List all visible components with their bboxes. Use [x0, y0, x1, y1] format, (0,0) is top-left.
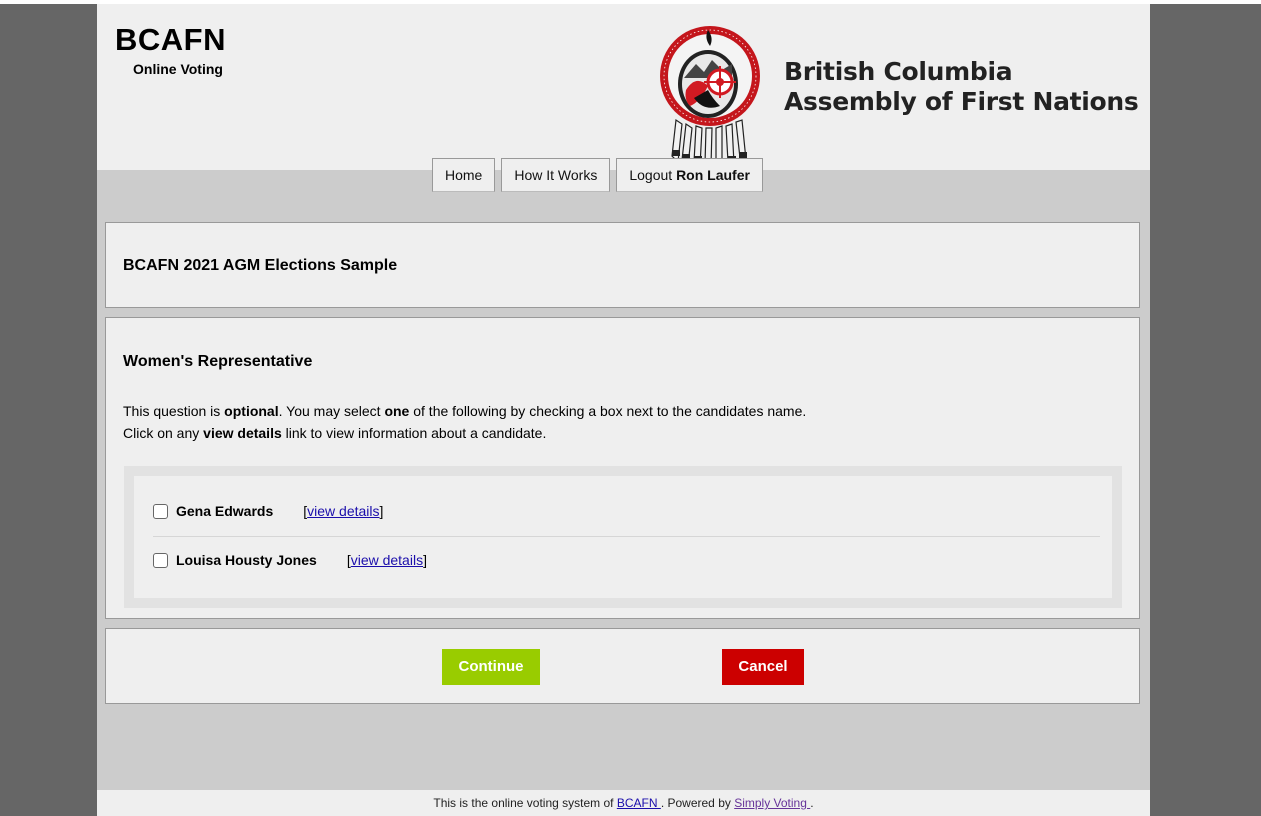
view-details-wrapper: [view details]: [303, 503, 384, 519]
instr-text: This question is: [123, 403, 225, 419]
candidate-row: Gena Edwards [view details]: [153, 503, 383, 519]
instr-optional: optional: [224, 403, 279, 419]
instruction-line-2: Click on any view details link to view i…: [123, 422, 806, 444]
page-container: BCAFN Online Voting British Columbia Ass…: [97, 4, 1150, 816]
instr-text: of the following by checking a box next …: [409, 403, 807, 419]
org-name-line1: British Columbia: [784, 57, 1013, 86]
question-instructions: This question is optional. You may selec…: [123, 400, 806, 444]
candidate-list-inner: Gena Edwards [view details] Louisa Houst…: [134, 476, 1112, 598]
instr-text: . You may select: [278, 403, 385, 419]
question-panel: Women's Representative This question is …: [105, 317, 1140, 619]
assembly-emblem-icon: [660, 26, 760, 166]
footer-bcafn-link[interactable]: BCAFN: [617, 796, 661, 810]
continue-button[interactable]: Continue: [442, 649, 540, 685]
site-footer: This is the online voting system of BCAF…: [97, 790, 1150, 816]
instr-text: link to view information about a candida…: [281, 425, 547, 441]
instr-one: one: [384, 403, 410, 419]
cancel-button[interactable]: Cancel: [722, 649, 804, 685]
footer-text: .: [810, 796, 814, 810]
site-header: BCAFN Online Voting British Columbia Ass…: [97, 4, 1150, 170]
instr-view-details: view details: [203, 425, 282, 441]
view-details-link[interactable]: view details: [351, 552, 423, 568]
election-title-panel: BCAFN 2021 AGM Elections Sample: [105, 222, 1140, 308]
candidate-list: Gena Edwards [view details] Louisa Houst…: [124, 466, 1122, 608]
candidate-name: Gena Edwards: [176, 503, 274, 519]
site-title: BCAFN: [115, 22, 226, 57]
instr-text: Click on any: [123, 425, 204, 441]
nav-tab-home[interactable]: Home: [432, 158, 496, 192]
footer-text: . Powered by: [660, 796, 735, 810]
instruction-line-1: This question is optional. You may selec…: [123, 400, 806, 422]
view-details-wrapper: [view details]: [346, 552, 427, 568]
nav-tab-how-it-works[interactable]: How It Works: [501, 158, 611, 192]
candidate-checkbox[interactable]: [153, 552, 168, 568]
nav-tab-logout[interactable]: Logout Ron Laufer: [616, 158, 763, 192]
main-nav: Home How It Works Logout Ron Laufer: [432, 158, 763, 192]
site-subtitle: Online Voting: [133, 61, 223, 77]
logged-in-user: Ron Laufer: [676, 167, 750, 183]
footer-simply-voting-link[interactable]: Simply Voting: [734, 796, 810, 810]
election-title: BCAFN 2021 AGM Elections Sample: [123, 257, 398, 274]
logout-label: Logout: [629, 167, 673, 183]
footer-text: This is the online voting system of: [433, 796, 617, 810]
question-title: Women's Representative: [123, 353, 313, 370]
view-details-link[interactable]: view details: [307, 503, 379, 519]
candidate-checkbox[interactable]: [153, 503, 168, 519]
candidate-row: Louisa Housty Jones [view details]: [153, 552, 427, 568]
candidate-name: Louisa Housty Jones: [176, 552, 317, 568]
candidate-divider: [153, 536, 1100, 537]
org-name-line2: Assembly of First Nations: [784, 87, 1139, 116]
actions-panel: Continue Cancel: [105, 628, 1140, 704]
organization-name: British Columbia Assembly of First Natio…: [784, 57, 1139, 117]
